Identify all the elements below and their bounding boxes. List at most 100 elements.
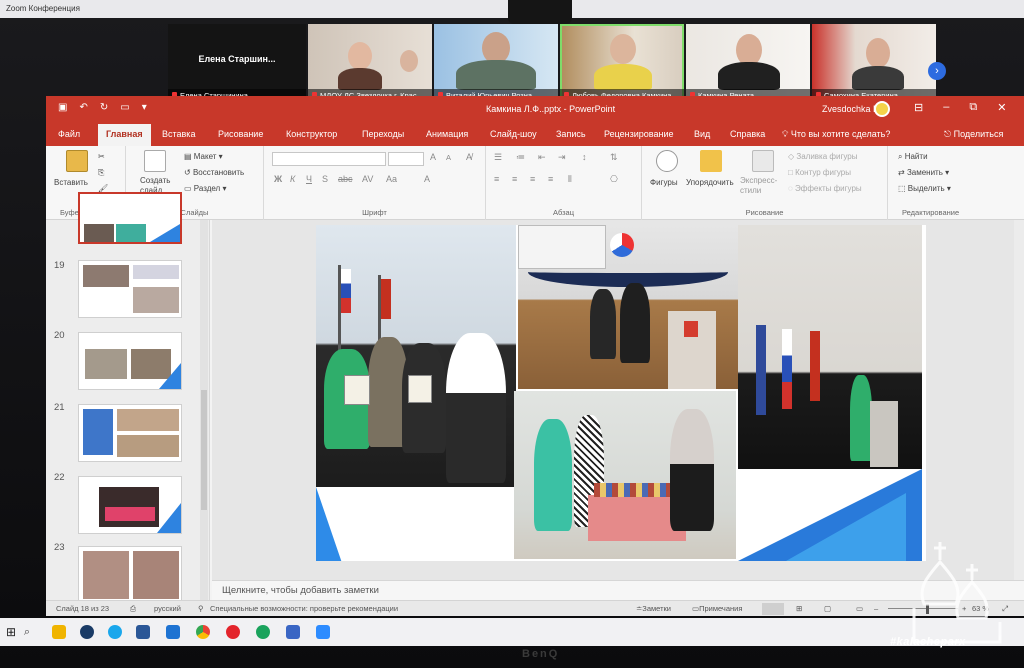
clear-formatting-icon[interactable]: A̸ — [466, 152, 472, 162]
arrange-button[interactable]: Упорядочить — [686, 178, 734, 187]
decrease-indent-icon[interactable]: ⇤ — [538, 152, 546, 163]
select-button[interactable]: ⬚ Выделить ▾ — [898, 184, 951, 193]
minimize-icon[interactable]: – — [943, 101, 949, 114]
align-right-icon[interactable]: ≡ — [530, 174, 535, 184]
reading-view-icon[interactable]: ▢ — [824, 601, 831, 616]
slide-photo-exhibition[interactable] — [514, 391, 736, 559]
tell-me-search[interactable]: 💡︎ Что вы хотите сделать? — [782, 129, 890, 140]
chrome-icon[interactable] — [196, 625, 210, 639]
skype-icon[interactable] — [108, 625, 122, 639]
tab-help[interactable]: Справка — [730, 129, 765, 139]
save-icon[interactable]: ▣ — [58, 102, 67, 113]
normal-view-icon[interactable] — [762, 603, 784, 615]
numbering-icon[interactable]: ≔ — [516, 152, 525, 163]
accessibility-status[interactable]: Специальные возможности: проверьте реком… — [210, 601, 398, 616]
shape-fill-button[interactable]: ◇ Заливка фигуры — [788, 152, 857, 161]
redo-icon[interactable]: ↻ — [100, 102, 108, 113]
current-slide[interactable] — [316, 225, 926, 561]
tab-home[interactable]: Главная — [98, 124, 151, 146]
grow-font-icon[interactable]: A — [430, 152, 436, 162]
slide-thumbnail-20[interactable] — [78, 332, 182, 390]
participant-tile[interactable]: Елена Старшин... Елена Старшинина — [168, 24, 306, 102]
tab-view[interactable]: Вид — [694, 129, 710, 139]
participant-tile[interactable]: Самохина Екатерина — [812, 24, 936, 102]
text-direction-icon[interactable]: ⇅ — [610, 152, 618, 163]
tab-file[interactable]: Файл — [58, 129, 80, 139]
close-icon[interactable]: ✕ — [997, 101, 1006, 114]
participant-tile[interactable]: Виталий Юрьевич Розна — [434, 24, 558, 102]
font-name-box[interactable] — [272, 152, 386, 166]
tab-slideshow[interactable]: Слайд-шоу — [490, 129, 537, 139]
bullets-icon[interactable]: ☰ — [494, 152, 502, 163]
tab-transitions[interactable]: Переходы — [362, 129, 404, 139]
shapes-icon[interactable] — [656, 150, 678, 172]
reset-button[interactable]: ↺ Восстановить — [184, 168, 244, 177]
char-spacing-icon[interactable]: AV — [362, 174, 373, 184]
tab-draw[interactable]: Рисование — [218, 129, 263, 139]
slide-vertical-scrollbar[interactable] — [1014, 220, 1024, 580]
quick-styles-button[interactable]: Экспресс-стили — [740, 176, 786, 196]
scrollbar-thumb[interactable] — [201, 390, 207, 510]
slide-thumbnail-23[interactable] — [78, 546, 182, 604]
replace-button[interactable]: ⇄ Заменить ▾ — [898, 168, 949, 177]
shape-outline-button[interactable]: □ Контур фигуры — [788, 168, 851, 177]
slide-sorter-icon[interactable]: ⊞ — [796, 601, 802, 616]
slideshow-icon[interactable]: ▭ — [856, 601, 863, 616]
slide-photo-award-group[interactable] — [316, 225, 516, 487]
thumbnail-scrollbar[interactable] — [200, 220, 208, 600]
tab-insert[interactable]: Вставка — [162, 129, 195, 139]
line-spacing-icon[interactable]: ↕ — [582, 152, 587, 162]
accessibility-icon[interactable]: ⚲ — [198, 601, 204, 616]
app-icon[interactable] — [286, 625, 300, 639]
tab-record[interactable]: Запись — [556, 129, 586, 139]
start-icon[interactable]: ⊞ — [4, 625, 18, 639]
steam-icon[interactable] — [80, 625, 94, 639]
bold-icon[interactable]: Ж — [274, 174, 282, 184]
cut-icon[interactable]: ✂ — [98, 152, 105, 161]
underline-icon[interactable]: Ч — [306, 174, 312, 184]
slide-thumbnail-19[interactable] — [78, 260, 182, 318]
align-left-icon[interactable]: ≡ — [494, 174, 499, 184]
participant-tile[interactable]: МДОУ ДС Звездочка г. Крас... — [308, 24, 432, 102]
shape-effects-button[interactable]: ◌ Эффекты фигуры — [788, 184, 862, 193]
italic-icon[interactable]: К — [290, 174, 295, 184]
ribbon-display-options-icon[interactable]: ⊟ — [914, 101, 923, 114]
layout-button[interactable]: ▤ Макет ▾ — [184, 152, 223, 161]
find-button[interactable]: ⌕ Найти — [898, 152, 928, 162]
slide-photo-stage[interactable] — [518, 225, 742, 389]
edge-icon[interactable] — [256, 625, 270, 639]
shadow-icon[interactable]: S — [322, 174, 328, 184]
slide-thumbnail-18[interactable] — [78, 192, 182, 244]
tab-review[interactable]: Рецензирование — [604, 129, 674, 139]
participant-tile-active-speaker[interactable]: Любовь Федоровна Камкина — [560, 24, 684, 102]
share-button[interactable]: ⎋ Поделиться — [944, 129, 1003, 140]
participant-tile[interactable]: Камкина Рената — [686, 24, 810, 102]
new-slide-icon[interactable] — [144, 150, 166, 172]
quick-styles-icon[interactable] — [752, 150, 774, 172]
restore-icon[interactable]: ⧉ — [969, 101, 977, 114]
tab-animations[interactable]: Анимация — [426, 129, 468, 139]
paste-button[interactable]: Вставить — [54, 178, 88, 187]
smartart-icon[interactable]: ⎔ — [610, 174, 618, 185]
slide-thumbnail-21[interactable] — [78, 404, 182, 462]
tab-design[interactable]: Конструктор — [286, 129, 337, 139]
zoom-out-icon[interactable]: – — [874, 601, 878, 616]
align-center-icon[interactable]: ≡ — [512, 174, 517, 184]
slide-photo-speaker[interactable] — [738, 225, 922, 469]
shapes-button[interactable]: Фигуры — [650, 178, 678, 187]
zoom-app-icon[interactable] — [316, 625, 330, 639]
arrange-icon[interactable] — [700, 150, 722, 172]
font-color-icon[interactable]: A — [424, 174, 430, 184]
shrink-font-icon[interactable]: A — [446, 153, 451, 162]
opera-icon[interactable] — [226, 625, 240, 639]
copy-icon[interactable]: ⎘ — [98, 168, 104, 178]
comments-toggle[interactable]: ▭ Примечания — [692, 601, 742, 616]
present-icon[interactable]: ▭ — [120, 102, 129, 113]
slide-thumbnail-22[interactable] — [78, 476, 182, 534]
section-button[interactable]: ▭ Раздел ▾ — [184, 184, 226, 193]
change-case-icon[interactable]: Aa — [386, 174, 397, 184]
columns-icon[interactable]: ⫴ — [568, 174, 572, 185]
justify-icon[interactable]: ≡ — [548, 174, 553, 184]
undo-icon[interactable]: ↶ — [79, 102, 87, 113]
avatar[interactable] — [874, 101, 890, 117]
